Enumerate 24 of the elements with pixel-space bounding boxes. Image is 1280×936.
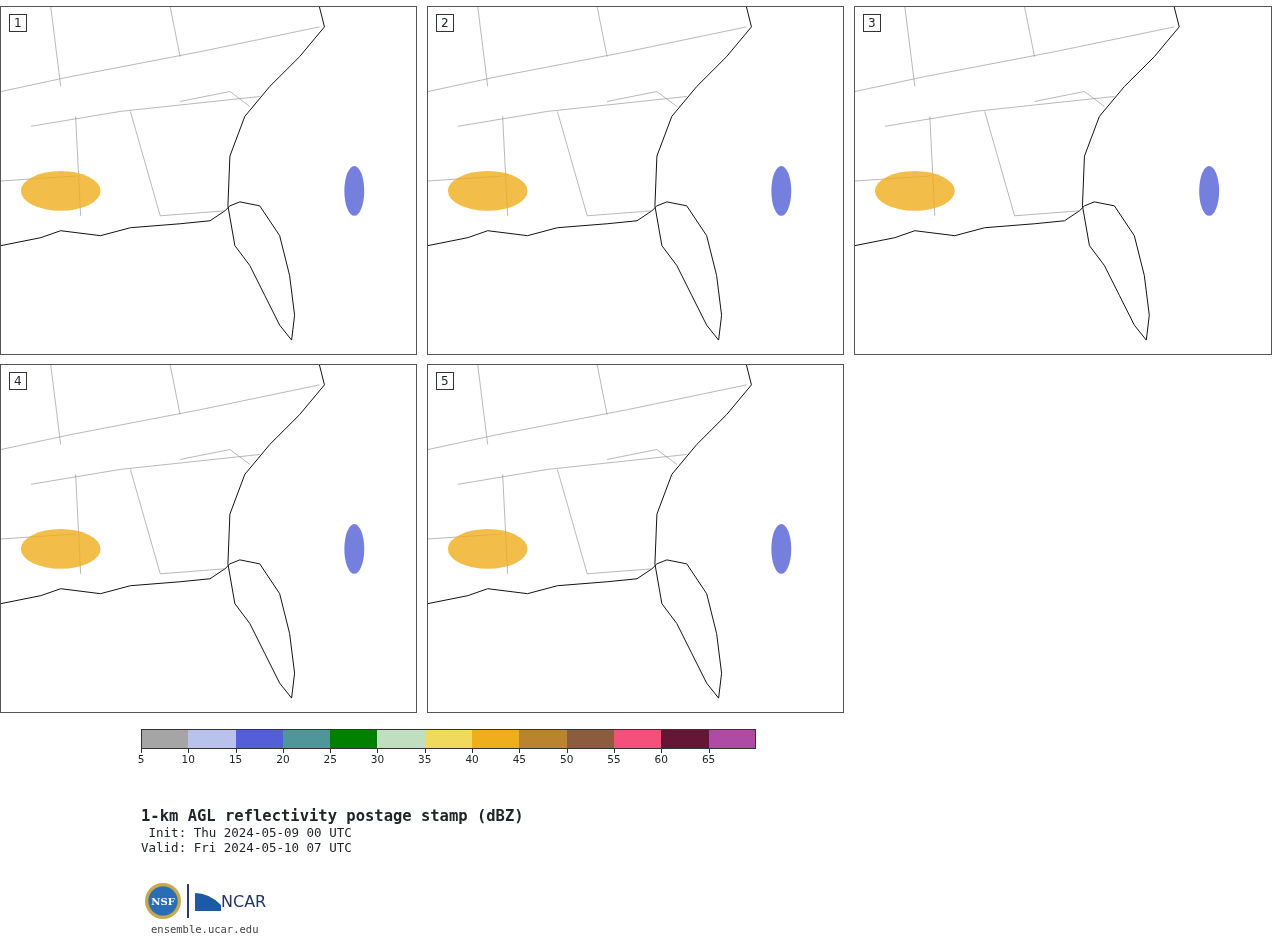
colorbar-tick-label: 25	[323, 753, 337, 767]
colorbar-tick-label: 10	[181, 753, 195, 767]
seal-logo: NSF	[145, 883, 181, 920]
colorbar-tick-label: 65	[701, 753, 716, 767]
panel-number: 3	[863, 14, 881, 33]
colorbar-tick-label: 5	[137, 753, 145, 767]
website-url: ensemble.ucar.edu	[151, 922, 260, 936]
colorbar-tick-label: 45	[512, 753, 527, 767]
valid-time: Valid: Fri 2024-05-10 07 UTC	[141, 840, 353, 856]
panel-number: 2	[436, 14, 454, 33]
colorbar-tick-label: 15	[228, 753, 243, 767]
colorbar-tick-label: 30	[370, 753, 385, 767]
colorbar-tick-label: 20	[276, 753, 290, 767]
init-time: Init: Thu 2024-05-09 00 UTC	[147, 825, 353, 841]
colorbar-tick-label: 50	[560, 753, 574, 767]
colorbar-tick-label: 40	[465, 753, 479, 767]
ncar-logo: NCAR	[195, 891, 267, 912]
colorbar-tick-label: 55	[607, 753, 621, 767]
panel-number: 1	[9, 14, 27, 33]
colorbar-tick-label: 60	[654, 753, 668, 767]
plot-title: 1-km AGL reflectivity postage stamp (dBZ)	[141, 806, 525, 826]
panel-number: 5	[436, 372, 454, 391]
panel-number: 4	[9, 372, 27, 391]
colorbar-tick-label: 35	[418, 753, 432, 767]
